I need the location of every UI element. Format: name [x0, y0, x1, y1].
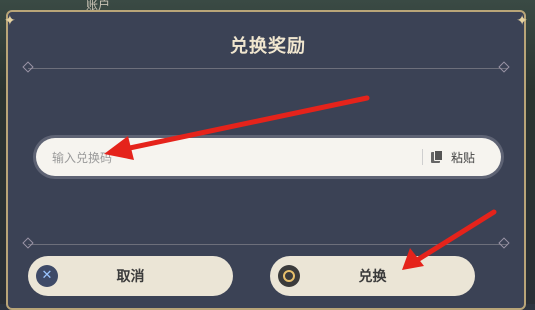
circle-icon	[278, 265, 300, 287]
corner-ornament-icon: ✦	[4, 13, 16, 29]
code-input-container: 粘贴	[36, 138, 501, 178]
footer-divider	[28, 244, 508, 245]
input-separator	[422, 149, 423, 165]
x-circle-icon	[36, 265, 58, 287]
corner-ornament-icon: ✦	[516, 13, 528, 29]
divider-diamond-icon	[498, 237, 510, 249]
paste-button[interactable]: 粘贴	[431, 138, 475, 176]
divider-diamond-icon	[22, 61, 34, 73]
paste-icon	[431, 150, 443, 164]
redeem-code-input[interactable]	[50, 138, 414, 178]
title-divider	[28, 68, 508, 69]
dialog-title: 兑换奖励	[230, 36, 306, 57]
cancel-button[interactable]: 取消	[28, 256, 233, 296]
cancel-label: 取消	[116, 269, 145, 285]
paste-label: 粘贴	[451, 150, 476, 165]
redeem-label: 兑换	[358, 269, 387, 285]
divider-diamond-icon	[498, 61, 510, 73]
redeem-button[interactable]: 兑换	[270, 256, 475, 296]
divider-diamond-icon	[22, 237, 34, 249]
